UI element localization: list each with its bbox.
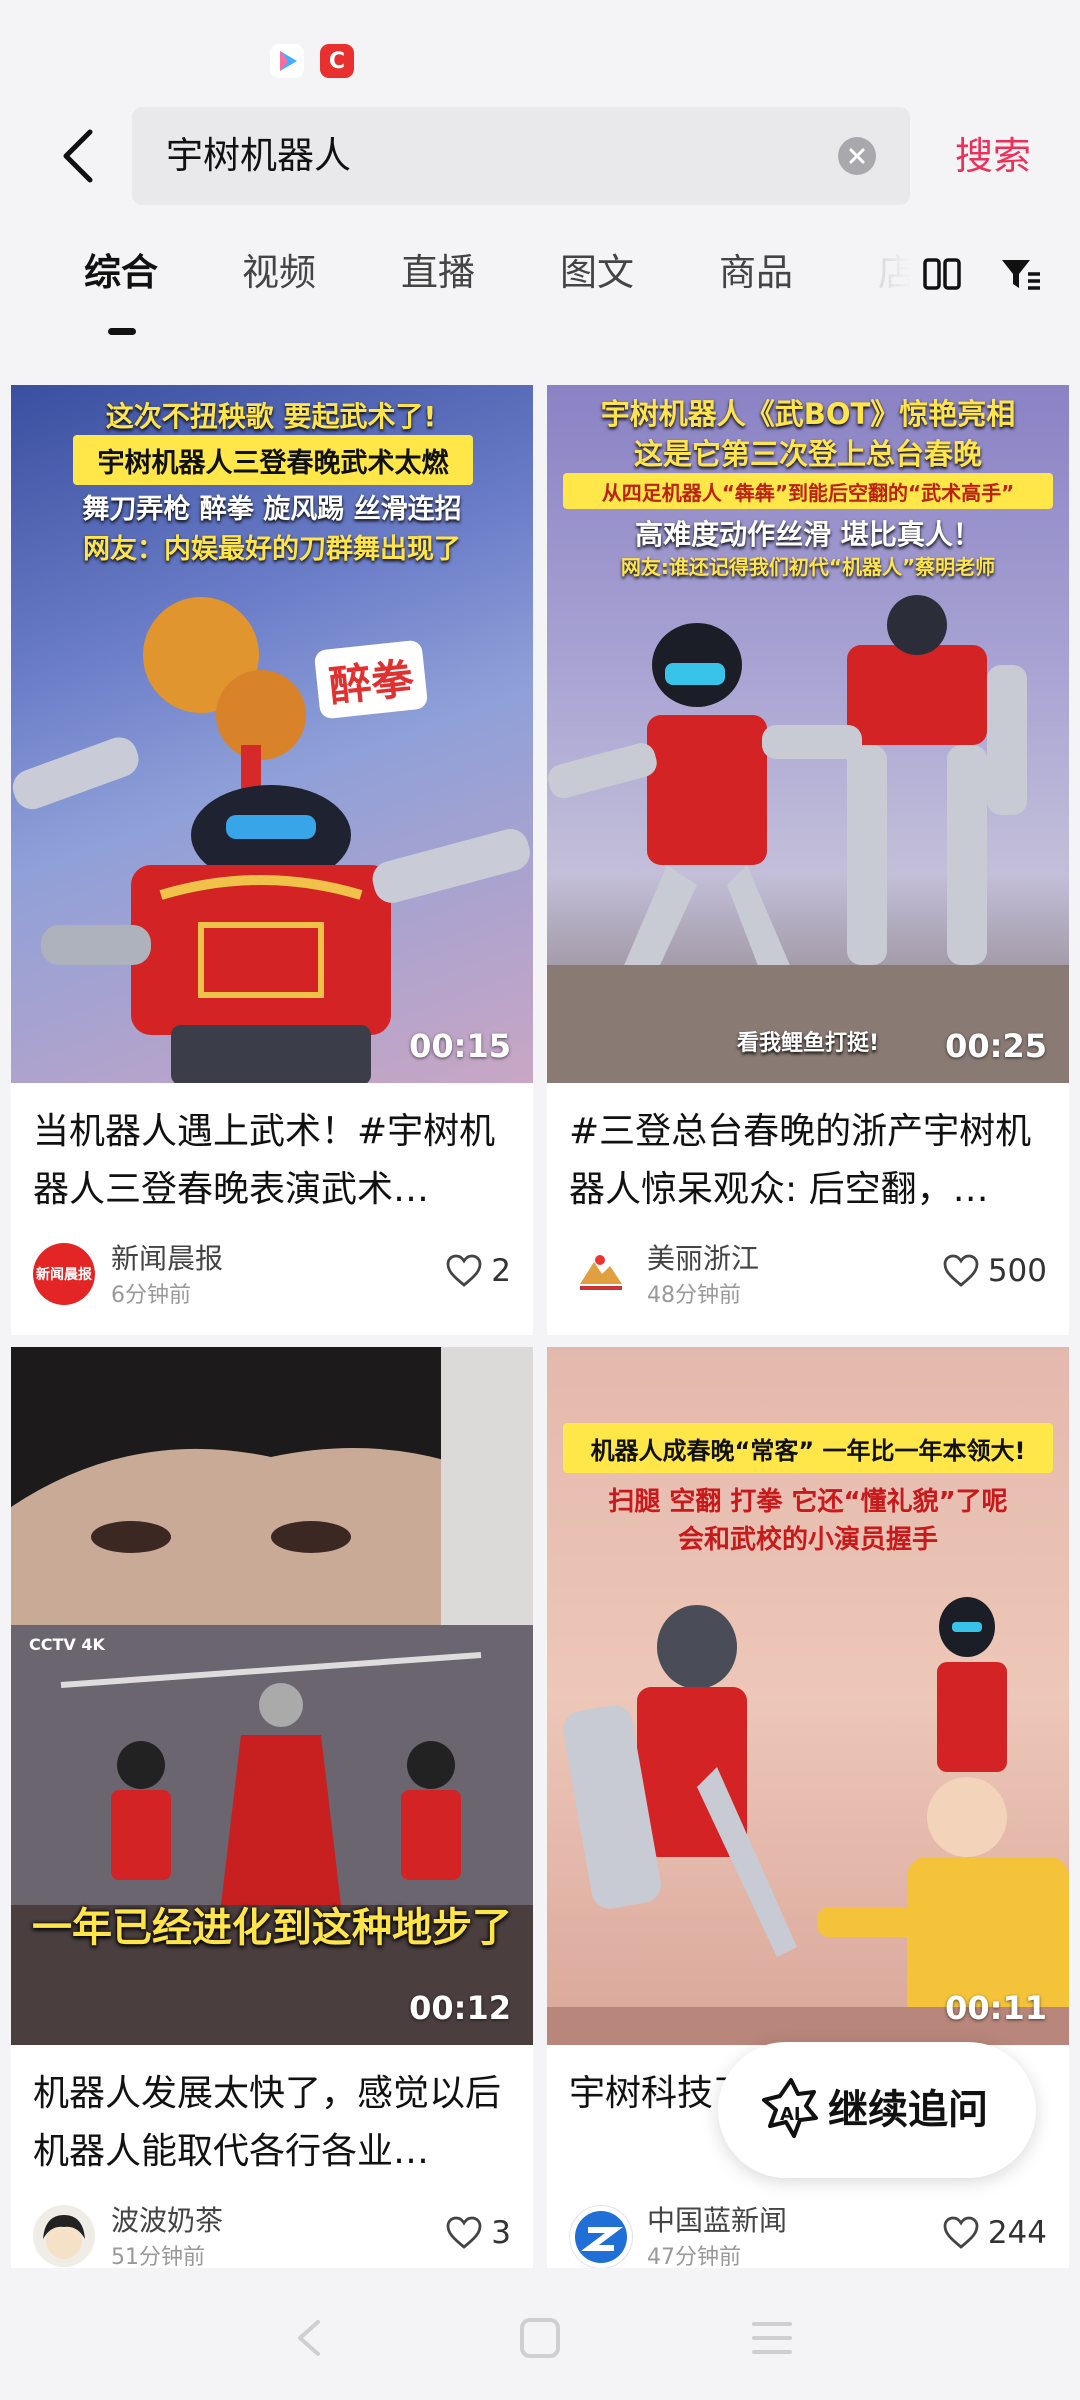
continue-asking-label: 继续追问 [828, 2087, 988, 2133]
post-time: 48分钟前 [647, 1283, 741, 1308]
result-card[interactable]: 这次不扭秧歌 要起武术了! 宇树机器人三登春晚武术太燃 舞刀弄枪 醉拳 旋风踢 … [11, 385, 533, 1335]
avatar[interactable] [569, 2205, 633, 2268]
search-button[interactable]: 搜索 [955, 100, 1031, 212]
clear-search-button[interactable] [838, 137, 876, 175]
search-input[interactable]: 宇树机器人 [132, 107, 910, 205]
video-app-icon [270, 44, 304, 78]
back-triangle-icon [298, 2320, 320, 2356]
overlay-text: 机器人成春晚“常客” 一年比一年本领大! [590, 1436, 1026, 1465]
overlay-text: 这次不扭秧歌 要起武术了! [105, 400, 437, 433]
close-icon [849, 148, 865, 164]
news-logo-icon [575, 2211, 627, 2263]
robot-illustration [12, 597, 530, 1083]
author-name[interactable]: 中国蓝新闻 [647, 2199, 787, 2239]
video-thumbnail[interactable]: 机器人成春晚“常客” 一年比一年本领大! 扫腿 空翻 打拳 它还“懂礼貌”了呢 … [547, 1347, 1069, 2045]
result-card[interactable]: CCTV 4K 一年已经进化到这种地步了 00:12 机器人发展太快了，感觉以后… [11, 1347, 533, 2268]
nav-back-button[interactable] [280, 2308, 340, 2368]
face-cam-illustration [11, 1347, 533, 1637]
tab-comprehensive[interactable]: 综合 [84, 248, 158, 298]
c-app-icon: C [320, 44, 354, 78]
tabs-fade [840, 230, 930, 340]
author-name[interactable]: 波波奶茶 [111, 2199, 223, 2239]
overlay-text: 网友：内娱最好的刀群舞出现了 [83, 534, 461, 565]
back-button[interactable] [42, 120, 114, 192]
post-time: 47分钟前 [647, 2245, 741, 2268]
result-tabs: 综合 视频 直播 图文 商品 店 [0, 230, 1080, 350]
overlay-text: 宇树机器人《武BOT》惊艳亮相 [600, 397, 1016, 431]
mountain-logo-icon [580, 1255, 622, 1290]
like-button[interactable]: 2 [445, 1253, 511, 1289]
overlay-text: 网友:谁还记得我们初代“机器人”蔡明老师 [620, 555, 996, 579]
svg-text:AI: AI [780, 2104, 801, 2125]
ai-icon: AI [756, 2074, 826, 2144]
overlay-text: 舞刀弄枪 醉拳 旋风踢 丝滑连招 [82, 494, 462, 525]
card-title[interactable]: 当机器人遇上武术！#宇树机器人三登春晚表演武术… [33, 1103, 513, 1219]
overlay-text: 这是它第三次登上总台春晚 [633, 437, 982, 471]
heart-icon [446, 1254, 482, 1287]
sticker-text: 醉拳 [313, 639, 429, 720]
video-duration: 00:11 [945, 1989, 1047, 2027]
chevron-left-icon [63, 129, 93, 183]
tab-goods[interactable]: 商品 [719, 248, 793, 298]
layout-toggle-button[interactable] [920, 252, 970, 302]
post-time: 51分钟前 [111, 2245, 205, 2268]
avatar[interactable] [33, 2205, 95, 2267]
active-tab-indicator [108, 328, 136, 335]
heart-icon [943, 1254, 979, 1287]
card-title[interactable]: #三登总台春晚的浙产宇树机器人惊呆观众: 后空翻，… [569, 1103, 1049, 1219]
like-count: 3 [491, 2215, 511, 2251]
nav-home-button[interactable] [510, 2308, 570, 2368]
channel-watermark: CCTV 4K [29, 1635, 105, 1654]
author-name[interactable]: 新闻晨报 [111, 1237, 223, 1277]
heart-icon [943, 2216, 979, 2249]
overlay-text: 从四足机器人“犇犇”到能后空翻的“武术高手” [601, 480, 1015, 505]
tab-video[interactable]: 视频 [242, 248, 316, 298]
stage-illustration [11, 1625, 533, 2045]
author-name[interactable]: 美丽浙江 [647, 1237, 759, 1277]
video-thumbnail[interactable]: CCTV 4K 一年已经进化到这种地步了 00:12 [11, 1347, 533, 2045]
video-duration: 00:15 [409, 1027, 511, 1065]
card-title[interactable]: 机器人发展太快了，感觉以后机器人能取代各行各业… [33, 2065, 513, 2181]
tab-live[interactable]: 直播 [401, 248, 475, 298]
avatar[interactable] [569, 1243, 631, 1305]
video-thumbnail[interactable]: 宇树机器人《武BOT》惊艳亮相 这是它第三次登上总台春晚 从四足机器人“犇犇”到… [547, 385, 1069, 1083]
overlay-text: 高难度动作丝滑 堪比真人！ [635, 518, 981, 551]
dual-column-icon [923, 258, 961, 290]
like-button[interactable]: 244 [942, 2215, 1047, 2251]
video-duration: 00:12 [409, 1989, 511, 2027]
overlay-text: 扫腿 空翻 打拳 它还“懂礼貌”了呢 [608, 1487, 1008, 1517]
like-count: 500 [987, 1253, 1047, 1289]
filter-button[interactable] [998, 252, 1048, 302]
overlay-text: 宇树机器人三登春晚武术太燃 [97, 447, 449, 479]
tab-image-text[interactable]: 图文 [560, 248, 634, 298]
menu-lines-icon [752, 2322, 792, 2354]
like-count: 2 [491, 1253, 511, 1289]
video-thumbnail[interactable]: 这次不扭秧歌 要起武术了! 宇树机器人三登春晚武术太燃 舞刀弄枪 醉拳 旋风踢 … [11, 385, 533, 1083]
heart-icon [446, 2216, 482, 2249]
like-button[interactable]: 500 [942, 1253, 1047, 1289]
post-time: 6分钟前 [111, 1283, 191, 1308]
result-card[interactable]: 宇树机器人《武BOT》惊艳亮相 这是它第三次登上总台春晚 从四足机器人“犇犇”到… [547, 385, 1069, 1335]
search-header: 宇树机器人 搜索 [0, 100, 1080, 212]
overlay-text: 一年已经进化到这种地步了 [32, 1905, 512, 1951]
robot-illustration [547, 595, 1069, 1083]
video-duration: 00:25 [945, 1027, 1047, 1065]
home-square-icon [520, 2318, 560, 2358]
nav-recents-button[interactable] [742, 2308, 802, 2368]
system-nav-bar [0, 2268, 1080, 2400]
like-count: 244 [987, 2215, 1047, 2251]
subtitle-text: 看我鲤鱼打挺! [736, 1031, 880, 1056]
filter-icon [1002, 260, 1040, 290]
avatar[interactable]: 新闻晨报 [33, 1243, 95, 1305]
search-query-text: 宇树机器人 [166, 134, 351, 177]
robot-illustration [547, 1597, 1069, 2045]
continue-asking-button[interactable]: AI 继续追问 [718, 2042, 1036, 2178]
overlay-text: 会和武校的小演员握手 [677, 1525, 938, 1555]
like-button[interactable]: 3 [445, 2215, 511, 2251]
status-bar: C [0, 0, 1080, 100]
